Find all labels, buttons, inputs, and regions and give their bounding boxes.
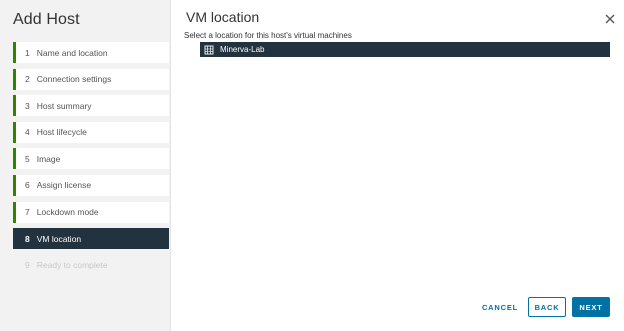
- step-label: Image: [36, 153, 61, 164]
- step-label: Host summary: [36, 100, 92, 111]
- step-name-and-location[interactable]: 1 Name and location: [13, 40, 169, 67]
- instruction-text: Select a location for this host's virtua…: [184, 31, 352, 40]
- step-host-summary[interactable]: 3 Host summary: [13, 93, 169, 120]
- wizard-steps: 1 Name and location 2 Connection settings …: [13, 40, 169, 279]
- location-tree: Minerva-Lab: [200, 42, 610, 57]
- step-image[interactable]: 5 Image: [13, 146, 169, 173]
- step-number: 3: [25, 100, 30, 111]
- step-label: Assign license: [36, 180, 92, 191]
- add-host-dialog: Add Host 1 Name and location 2 Connection …: [0, 0, 624, 331]
- step-label: VM location: [36, 233, 82, 244]
- step-number: 4: [25, 127, 30, 138]
- step-label: Lockdown mode: [36, 207, 99, 218]
- step-number: 5: [25, 153, 30, 164]
- step-number: 2: [25, 74, 30, 85]
- step-label: Host lifecycle: [36, 127, 87, 138]
- step-label: Connection settings: [36, 74, 112, 85]
- page-title: VM location: [186, 9, 260, 25]
- step-number: 9: [25, 260, 30, 271]
- back-button[interactable]: BACK: [528, 297, 566, 317]
- step-number: 1: [25, 47, 30, 58]
- close-icon[interactable]: [604, 13, 616, 25]
- cancel-button[interactable]: CANCEL: [478, 297, 522, 317]
- step-host-lifecycle[interactable]: 4 Host lifecycle: [13, 120, 169, 147]
- step-number: 8: [25, 233, 30, 244]
- tree-node-label: Minerva-Lab: [220, 45, 265, 54]
- step-number: 6: [25, 180, 30, 191]
- step-lockdown-mode[interactable]: 7 Lockdown mode: [13, 200, 169, 227]
- step-ready-to-complete: 9 Ready to complete: [13, 253, 169, 280]
- next-button[interactable]: NEXT: [572, 297, 610, 317]
- step-label: Ready to complete: [36, 260, 108, 271]
- step-connection-settings[interactable]: 2 Connection settings: [13, 67, 169, 94]
- step-number: 7: [25, 207, 30, 218]
- step-assign-license[interactable]: 6 Assign license: [13, 173, 169, 200]
- datacenter-icon: [204, 45, 214, 54]
- tree-node-minerva-lab[interactable]: Minerva-Lab: [200, 42, 610, 57]
- wizard-sidebar: Add Host 1 Name and location 2 Connection …: [0, 0, 171, 331]
- wizard-title: Add Host: [13, 11, 80, 28]
- step-label: Name and location: [36, 47, 108, 58]
- step-vm-location[interactable]: 8 VM location: [13, 226, 169, 253]
